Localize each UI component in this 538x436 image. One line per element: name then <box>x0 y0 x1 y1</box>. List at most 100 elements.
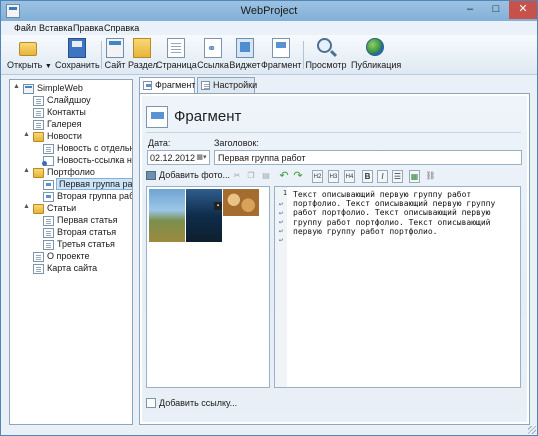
photo-thumbnail[interactable] <box>186 189 222 242</box>
redo-icon[interactable]: ↷ <box>292 170 304 183</box>
globe-icon <box>366 38 384 56</box>
folder-icon <box>33 132 44 142</box>
collapse-icon[interactable]: ▲ <box>23 203 30 210</box>
wrap-marker-icon: ↩ <box>278 200 284 208</box>
page-icon <box>33 108 44 118</box>
menu-edit[interactable]: Правка <box>73 23 103 33</box>
tree-node-label: Слайдшоу <box>47 95 91 105</box>
maximize-button[interactable]: □ <box>483 1 509 19</box>
page-icon <box>33 96 44 106</box>
editor-gutter <box>275 187 287 387</box>
close-button[interactable]: ✕ <box>509 1 537 19</box>
tree-node-label: Новости <box>47 131 82 141</box>
link-label: Ссылка <box>197 60 229 70</box>
paste-icon[interactable]: ▤ <box>260 170 272 183</box>
disk-icon <box>68 38 86 58</box>
site-button[interactable]: Сайт <box>103 37 127 73</box>
link-chain-icon[interactable]: ⛓ <box>425 170 436 183</box>
link-icon <box>146 398 156 408</box>
tab-strip: Фрагмент Настройки <box>139 77 529 94</box>
page-icon <box>167 38 185 58</box>
add-photo-label: Добавить фото... <box>159 170 231 180</box>
page-icon <box>43 216 54 226</box>
tree-node-label: Вторая статья <box>57 227 117 237</box>
site-tree[interactable]: ▲ SimpleWeb Слайдшоу Контакты Галерея ▲ … <box>9 79 133 425</box>
date-field[interactable]: 02.12.2012 ▦▾ <box>147 150 210 165</box>
section-button[interactable]: Раздел <box>128 37 158 73</box>
widget-label: Виджет <box>229 60 261 70</box>
code-text[interactable]: Текст описывающий первую группу работ по… <box>293 190 519 236</box>
resize-grip[interactable] <box>528 426 536 434</box>
wrap-marker-icon: ↩ <box>278 209 284 217</box>
table-icon[interactable]: ▦ <box>409 170 420 183</box>
tree-node-label: Галерея <box>47 119 82 129</box>
wrap-marker-icon: ↩ <box>278 218 284 226</box>
photo-icon <box>146 171 156 180</box>
list-icon[interactable]: ☰ <box>392 170 403 183</box>
link-button[interactable]: Ссылка <box>197 37 229 73</box>
publish-label: Публикация <box>351 60 402 70</box>
cut-icon[interactable]: ✂ <box>232 170 242 183</box>
minimize-button[interactable]: ‒ <box>457 1 483 19</box>
save-button[interactable]: Сохранить <box>55 37 100 73</box>
editor-heading: Фрагмент <box>174 108 242 125</box>
tree-node-label: SimpleWeb <box>37 83 83 93</box>
fragment-icon <box>272 38 290 58</box>
tree-node-label: Карта сайта <box>47 263 98 273</box>
tree-node-label: Вторая группа раб <box>57 191 133 201</box>
menu-bar: Файл Вставка Правка Справка <box>1 21 537 35</box>
collapse-icon[interactable]: ▲ <box>13 83 20 90</box>
photo-badge-icon: ▪ <box>214 202 222 210</box>
add-photo-button[interactable]: Добавить фото... <box>146 170 230 180</box>
tree-node-label: Первая группа раб <box>56 178 132 190</box>
add-link-button[interactable]: Добавить ссылку... <box>146 398 237 408</box>
bold-button[interactable]: B <box>362 170 373 183</box>
menu-insert[interactable]: Вставка <box>39 23 72 33</box>
tree-node-label: Новость с отдельн <box>57 143 133 153</box>
tab-fragment[interactable]: Фрагмент <box>139 77 195 94</box>
fragment-icon <box>43 180 54 190</box>
html-editor[interactable]: 1 ↩ ↩ ↩ ↩ ↩ Текст описывающий первую гру… <box>274 186 521 388</box>
undo-icon[interactable]: ↶ <box>278 170 290 183</box>
link-icon <box>204 38 222 58</box>
menu-help[interactable]: Справка <box>104 23 139 33</box>
add-link-label: Добавить ссылку... <box>159 398 238 408</box>
settings-icon <box>201 81 210 90</box>
photo-thumbnail[interactable] <box>149 189 185 242</box>
calendar-dropdown-icon[interactable]: ▦▾ <box>195 152 208 163</box>
editor-area: Фрагмент Дата: Заголовок: 02.12.2012 ▦▾ … <box>142 96 527 422</box>
menu-file[interactable]: Файл <box>14 23 36 33</box>
toolbar: Открыть ▼ Сохранить Сайт Раздел Страница… <box>1 35 537 75</box>
tab-settings[interactable]: Настройки <box>197 77 257 93</box>
preview-button[interactable]: Просмотр <box>305 37 347 73</box>
h4-button[interactable]: H4 <box>344 170 355 183</box>
tree-node-label: Новость-ссылка на <box>57 155 133 165</box>
fragment-icon <box>143 81 152 90</box>
section-label: Раздел <box>128 60 158 70</box>
photo-thumbnail[interactable] <box>223 189 259 216</box>
h3-button[interactable]: H3 <box>328 170 339 183</box>
photo-strip[interactable]: ▪ <box>146 186 270 388</box>
page-icon <box>43 144 54 154</box>
date-label: Дата: <box>148 138 171 148</box>
line-number: 1 <box>282 189 288 197</box>
fragment-button[interactable]: Фрагмент <box>261 37 301 73</box>
toolbar-separator <box>303 41 304 69</box>
open-button[interactable]: Открыть ▼ <box>7 37 52 73</box>
wrap-marker-icon: ↩ <box>278 236 284 244</box>
italic-button[interactable]: I <box>377 170 388 183</box>
app-window: WebProject ‒ □ ✕ Файл Вставка Правка Спр… <box>0 0 538 436</box>
tab-label: Фрагмент <box>155 80 196 90</box>
widget-button[interactable]: Виджет <box>229 37 261 73</box>
title-field[interactable]: Первая группа работ <box>214 150 522 165</box>
folder-icon <box>33 168 44 178</box>
title-label: Заголовок: <box>214 138 259 148</box>
page-button[interactable]: Страница <box>156 37 197 73</box>
folder-open-icon <box>19 42 37 56</box>
collapse-icon[interactable]: ▲ <box>23 131 30 138</box>
publish-button[interactable]: Публикация <box>351 37 402 73</box>
copy-icon[interactable]: ❐ <box>246 170 256 183</box>
collapse-icon[interactable]: ▲ <box>23 167 30 174</box>
h2-button[interactable]: H2 <box>312 170 323 183</box>
title-bar: WebProject ‒ □ ✕ <box>1 1 537 21</box>
